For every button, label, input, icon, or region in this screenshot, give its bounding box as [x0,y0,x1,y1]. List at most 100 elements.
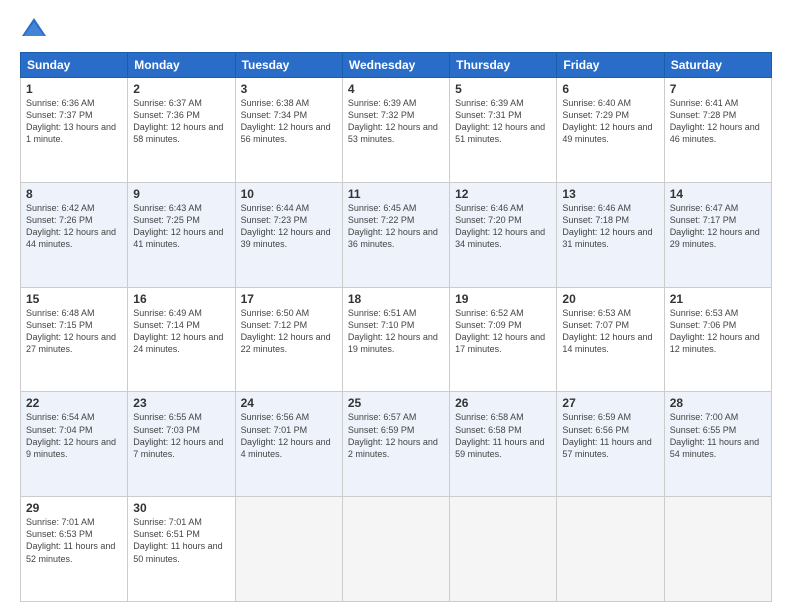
logo-icon [20,16,48,44]
calendar-cell: 20Sunrise: 6:53 AMSunset: 7:07 PMDayligh… [557,287,664,392]
calendar-week-3: 15Sunrise: 6:48 AMSunset: 7:15 PMDayligh… [21,287,772,392]
day-info: Sunrise: 6:38 AMSunset: 7:34 PMDaylight:… [241,97,337,146]
day-number: 30 [133,501,229,515]
calendar-cell: 29Sunrise: 7:01 AMSunset: 6:53 PMDayligh… [21,497,128,602]
day-number: 6 [562,82,658,96]
calendar-cell: 25Sunrise: 6:57 AMSunset: 6:59 PMDayligh… [342,392,449,497]
day-number: 10 [241,187,337,201]
calendar-cell [342,497,449,602]
day-number: 23 [133,396,229,410]
day-number: 2 [133,82,229,96]
calendar-cell [557,497,664,602]
day-info: Sunrise: 6:52 AMSunset: 7:09 PMDaylight:… [455,307,551,356]
day-number: 18 [348,292,444,306]
calendar-cell: 22Sunrise: 6:54 AMSunset: 7:04 PMDayligh… [21,392,128,497]
calendar-cell: 5Sunrise: 6:39 AMSunset: 7:31 PMDaylight… [450,78,557,183]
day-number: 22 [26,396,122,410]
day-number: 1 [26,82,122,96]
day-info: Sunrise: 6:49 AMSunset: 7:14 PMDaylight:… [133,307,229,356]
calendar-cell: 13Sunrise: 6:46 AMSunset: 7:18 PMDayligh… [557,182,664,287]
day-info: Sunrise: 6:57 AMSunset: 6:59 PMDaylight:… [348,411,444,460]
day-number: 24 [241,396,337,410]
day-info: Sunrise: 6:37 AMSunset: 7:36 PMDaylight:… [133,97,229,146]
calendar-header-row: SundayMondayTuesdayWednesdayThursdayFrid… [21,53,772,78]
day-info: Sunrise: 6:51 AMSunset: 7:10 PMDaylight:… [348,307,444,356]
day-number: 14 [670,187,766,201]
calendar-cell: 19Sunrise: 6:52 AMSunset: 7:09 PMDayligh… [450,287,557,392]
day-number: 25 [348,396,444,410]
day-info: Sunrise: 6:56 AMSunset: 7:01 PMDaylight:… [241,411,337,460]
calendar-header-sunday: Sunday [21,53,128,78]
calendar-cell: 8Sunrise: 6:42 AMSunset: 7:26 PMDaylight… [21,182,128,287]
calendar-header-friday: Friday [557,53,664,78]
calendar-cell: 18Sunrise: 6:51 AMSunset: 7:10 PMDayligh… [342,287,449,392]
calendar-cell: 6Sunrise: 6:40 AMSunset: 7:29 PMDaylight… [557,78,664,183]
calendar-cell: 10Sunrise: 6:44 AMSunset: 7:23 PMDayligh… [235,182,342,287]
calendar-cell [664,497,771,602]
calendar-cell: 14Sunrise: 6:47 AMSunset: 7:17 PMDayligh… [664,182,771,287]
day-number: 27 [562,396,658,410]
day-info: Sunrise: 6:39 AMSunset: 7:31 PMDaylight:… [455,97,551,146]
calendar-cell: 23Sunrise: 6:55 AMSunset: 7:03 PMDayligh… [128,392,235,497]
calendar-cell: 11Sunrise: 6:45 AMSunset: 7:22 PMDayligh… [342,182,449,287]
calendar-cell: 2Sunrise: 6:37 AMSunset: 7:36 PMDaylight… [128,78,235,183]
day-info: Sunrise: 7:01 AMSunset: 6:53 PMDaylight:… [26,516,122,565]
day-info: Sunrise: 6:53 AMSunset: 7:07 PMDaylight:… [562,307,658,356]
calendar-cell: 21Sunrise: 6:53 AMSunset: 7:06 PMDayligh… [664,287,771,392]
day-info: Sunrise: 6:46 AMSunset: 7:20 PMDaylight:… [455,202,551,251]
day-number: 12 [455,187,551,201]
calendar-table: SundayMondayTuesdayWednesdayThursdayFrid… [20,52,772,602]
day-info: Sunrise: 6:39 AMSunset: 7:32 PMDaylight:… [348,97,444,146]
day-info: Sunrise: 6:45 AMSunset: 7:22 PMDaylight:… [348,202,444,251]
day-info: Sunrise: 6:58 AMSunset: 6:58 PMDaylight:… [455,411,551,460]
day-info: Sunrise: 6:55 AMSunset: 7:03 PMDaylight:… [133,411,229,460]
day-number: 15 [26,292,122,306]
day-number: 28 [670,396,766,410]
day-number: 16 [133,292,229,306]
day-number: 9 [133,187,229,201]
day-info: Sunrise: 6:48 AMSunset: 7:15 PMDaylight:… [26,307,122,356]
day-info: Sunrise: 6:47 AMSunset: 7:17 PMDaylight:… [670,202,766,251]
day-number: 7 [670,82,766,96]
calendar-body: 1Sunrise: 6:36 AMSunset: 7:37 PMDaylight… [21,78,772,602]
day-number: 3 [241,82,337,96]
calendar-cell: 15Sunrise: 6:48 AMSunset: 7:15 PMDayligh… [21,287,128,392]
day-number: 13 [562,187,658,201]
calendar-cell: 28Sunrise: 7:00 AMSunset: 6:55 PMDayligh… [664,392,771,497]
day-info: Sunrise: 6:36 AMSunset: 7:37 PMDaylight:… [26,97,122,146]
day-number: 4 [348,82,444,96]
day-number: 8 [26,187,122,201]
calendar-header-monday: Monday [128,53,235,78]
day-number: 26 [455,396,551,410]
calendar-cell: 3Sunrise: 6:38 AMSunset: 7:34 PMDaylight… [235,78,342,183]
calendar-cell: 26Sunrise: 6:58 AMSunset: 6:58 PMDayligh… [450,392,557,497]
day-number: 17 [241,292,337,306]
calendar-cell: 24Sunrise: 6:56 AMSunset: 7:01 PMDayligh… [235,392,342,497]
day-number: 20 [562,292,658,306]
calendar-cell: 12Sunrise: 6:46 AMSunset: 7:20 PMDayligh… [450,182,557,287]
calendar-week-2: 8Sunrise: 6:42 AMSunset: 7:26 PMDaylight… [21,182,772,287]
day-info: Sunrise: 6:50 AMSunset: 7:12 PMDaylight:… [241,307,337,356]
calendar-week-5: 29Sunrise: 7:01 AMSunset: 6:53 PMDayligh… [21,497,772,602]
calendar-cell: 4Sunrise: 6:39 AMSunset: 7:32 PMDaylight… [342,78,449,183]
calendar-cell: 1Sunrise: 6:36 AMSunset: 7:37 PMDaylight… [21,78,128,183]
day-info: Sunrise: 6:54 AMSunset: 7:04 PMDaylight:… [26,411,122,460]
calendar-week-1: 1Sunrise: 6:36 AMSunset: 7:37 PMDaylight… [21,78,772,183]
calendar-cell [450,497,557,602]
header [20,16,772,44]
day-number: 5 [455,82,551,96]
day-info: Sunrise: 7:00 AMSunset: 6:55 PMDaylight:… [670,411,766,460]
day-info: Sunrise: 6:40 AMSunset: 7:29 PMDaylight:… [562,97,658,146]
calendar-header-wednesday: Wednesday [342,53,449,78]
day-info: Sunrise: 7:01 AMSunset: 6:51 PMDaylight:… [133,516,229,565]
calendar-week-4: 22Sunrise: 6:54 AMSunset: 7:04 PMDayligh… [21,392,772,497]
calendar-cell: 17Sunrise: 6:50 AMSunset: 7:12 PMDayligh… [235,287,342,392]
calendar-cell: 27Sunrise: 6:59 AMSunset: 6:56 PMDayligh… [557,392,664,497]
day-info: Sunrise: 6:59 AMSunset: 6:56 PMDaylight:… [562,411,658,460]
day-number: 11 [348,187,444,201]
calendar-header-saturday: Saturday [664,53,771,78]
day-number: 19 [455,292,551,306]
day-number: 29 [26,501,122,515]
logo [20,16,52,44]
calendar-cell: 7Sunrise: 6:41 AMSunset: 7:28 PMDaylight… [664,78,771,183]
